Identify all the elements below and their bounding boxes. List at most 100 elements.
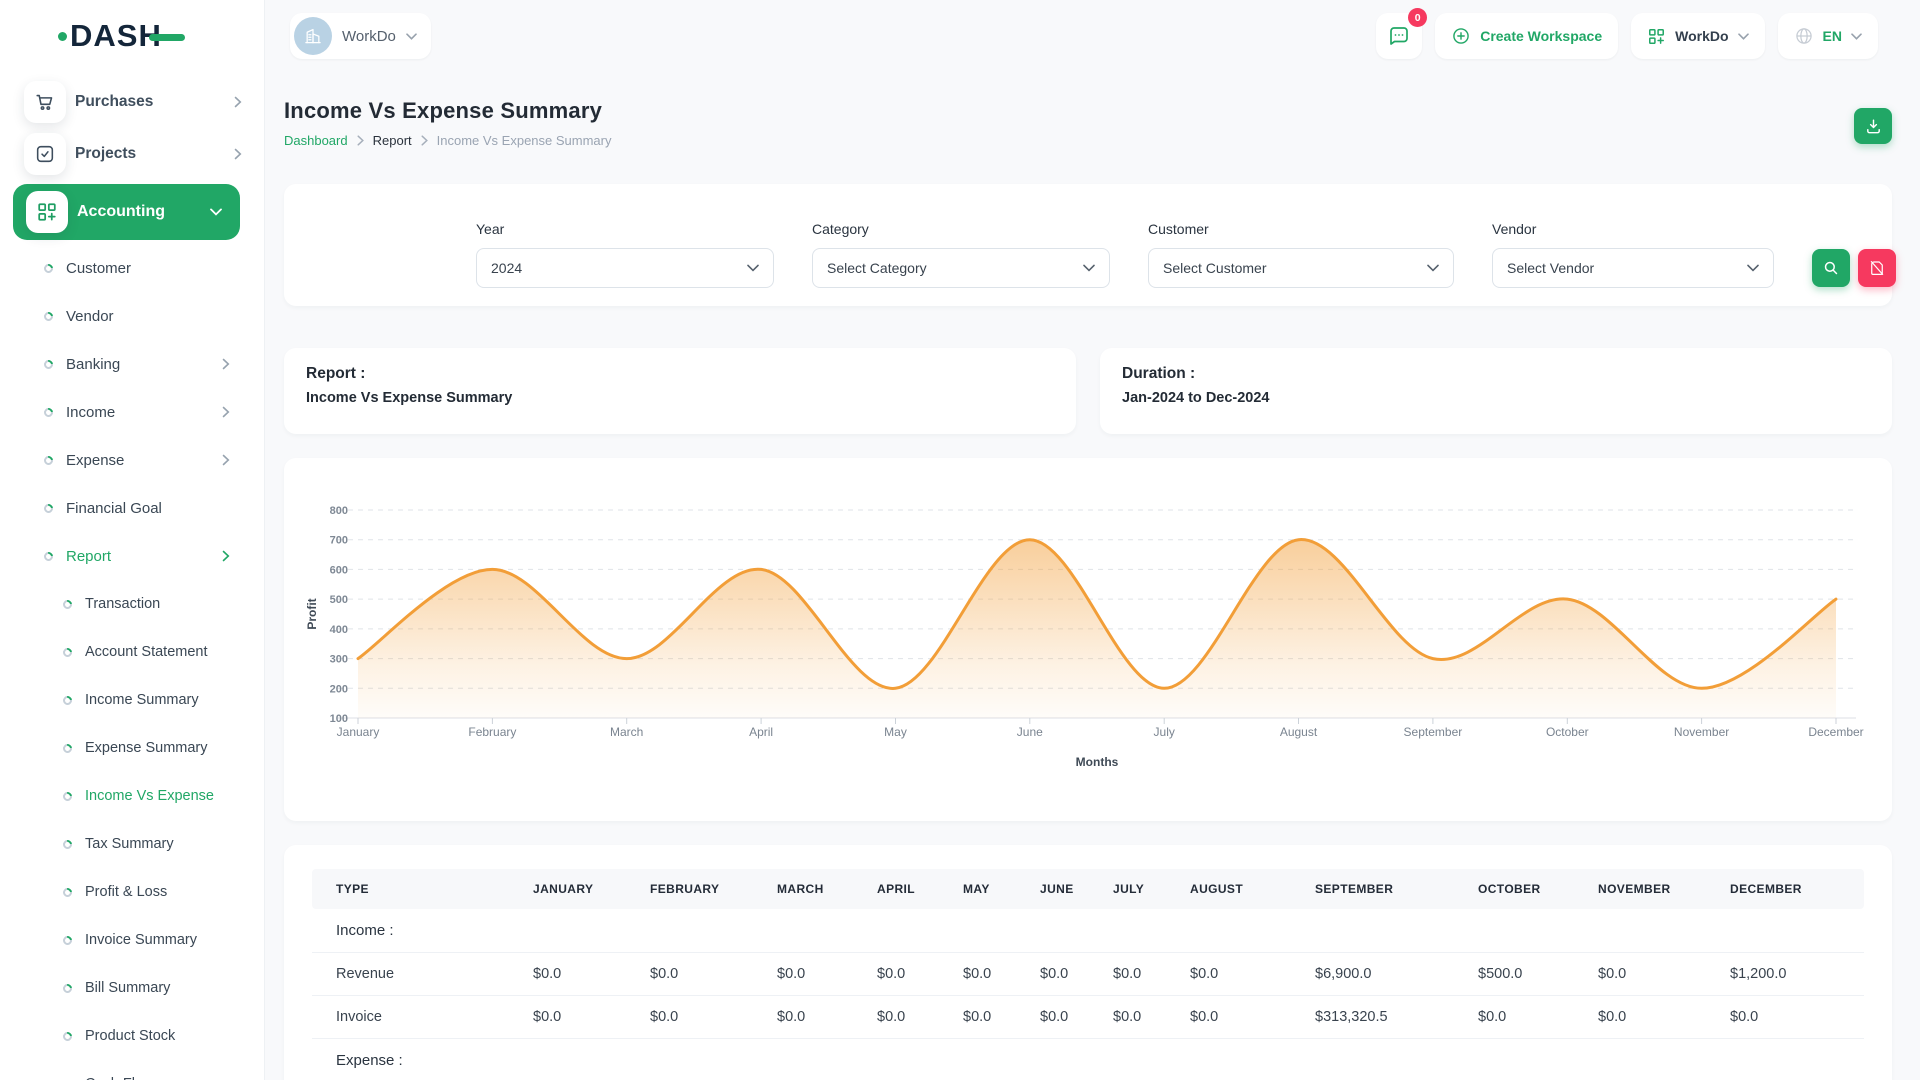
bullet-icon (61, 694, 74, 707)
sidebar-item-label: Financial Goal (66, 500, 162, 517)
sidebar-item-label: Expense Summary (85, 740, 208, 756)
bullet-icon (61, 934, 74, 947)
bullet-icon (42, 502, 55, 515)
vendor-value: Select Vendor (1507, 260, 1594, 276)
apply-filter-button[interactable] (1812, 249, 1850, 287)
row-value-cell: $0.0 (1030, 953, 1103, 996)
table-header-cell: JANUARY (523, 869, 640, 909)
breadcrumb-report[interactable]: Report (373, 133, 412, 148)
sidebar-item-bill-summary[interactable]: Bill Summary (0, 964, 264, 1012)
sidebar-item-label: Tax Summary (85, 836, 174, 852)
customer-select[interactable]: Select Customer (1148, 248, 1454, 288)
sidebar-nav: Purchases Projects Accounting Customer V… (0, 72, 264, 1080)
category-field: Category Select Category (812, 221, 1110, 288)
chevron-down-icon (1083, 264, 1095, 272)
report-card: Report : Income Vs Expense Summary (284, 348, 1076, 434)
table-header-cell: FEBRUARY (640, 869, 767, 909)
sidebar-item-label: Income Vs Expense (85, 788, 214, 804)
svg-text:November: November (1674, 725, 1729, 739)
chevron-right-icon (222, 454, 230, 466)
bullet-icon (61, 1030, 74, 1043)
row-value-cell: $0.0 (523, 996, 640, 1039)
reset-filter-button[interactable] (1858, 249, 1896, 287)
sidebar-item-accounting[interactable]: Accounting (13, 184, 240, 240)
sidebar-item-customer[interactable]: Customer (0, 244, 264, 292)
duration-card-value: Jan-2024 to Dec-2024 (1122, 390, 1870, 406)
sidebar-item-banking[interactable]: Banking (0, 340, 264, 388)
chevron-down-icon (1427, 264, 1439, 272)
sidebar-item-purchases[interactable]: Purchases (0, 76, 264, 128)
row-value-cell: $0.0 (1103, 953, 1180, 996)
svg-text:Profit: Profit (305, 598, 319, 629)
sidebar-item-financial-goal[interactable]: Financial Goal (0, 484, 264, 532)
sidebar-item-label: Expense (66, 452, 124, 469)
create-workspace-button[interactable]: Create Workspace (1435, 13, 1618, 59)
row-value-cell: $0.0 (1030, 996, 1103, 1039)
row-type-cell: Revenue (312, 953, 523, 996)
sidebar-item-label: Bill Summary (85, 980, 170, 996)
breadcrumb-dashboard[interactable]: Dashboard (284, 133, 348, 148)
sidebar-item-income-vs-expense[interactable]: Income Vs Expense (0, 772, 264, 820)
sidebar-item-expense[interactable]: Expense (0, 436, 264, 484)
workspace-selector[interactable]: WorkDo (290, 13, 431, 59)
sidebar-item-vendor[interactable]: Vendor (0, 292, 264, 340)
bullet-icon (61, 646, 74, 659)
sidebar-item-expense-summary[interactable]: Expense Summary (0, 724, 264, 772)
table-header-cell: SEPTEMBER (1305, 869, 1468, 909)
sidebar-item-cash-flow[interactable]: Cash Flow (0, 1060, 264, 1080)
bullet-icon (61, 742, 74, 755)
vendor-select[interactable]: Select Vendor (1492, 248, 1774, 288)
download-icon (1864, 117, 1883, 136)
svg-text:300: 300 (330, 654, 348, 666)
grid-plus-icon (26, 191, 68, 233)
app-root: DASH Purchases Projects Accounting Custo… (0, 0, 1920, 1080)
chevron-right-icon (222, 358, 230, 370)
sidebar-item-profit-loss[interactable]: Profit & Loss (0, 868, 264, 916)
plus-circle-icon (1451, 26, 1471, 46)
table-header-cell: TYPE (312, 869, 523, 909)
sidebar-item-tax-summary[interactable]: Tax Summary (0, 820, 264, 868)
chevron-right-icon (222, 550, 230, 562)
bullet-icon (61, 598, 74, 611)
row-type-cell: Invoice (312, 996, 523, 1039)
chevron-down-icon (1747, 264, 1759, 272)
row-value-cell: $0.0 (640, 953, 767, 996)
sidebar-item-invoice-summary[interactable]: Invoice Summary (0, 916, 264, 964)
svg-text:700: 700 (330, 535, 348, 547)
sidebar-item-income[interactable]: Income (0, 388, 264, 436)
sidebar-item-transaction[interactable]: Transaction (0, 580, 264, 628)
category-select[interactable]: Select Category (812, 248, 1110, 288)
table-header-cell: AUGUST (1180, 869, 1305, 909)
chat-icon (1387, 24, 1411, 48)
create-workspace-label: Create Workspace (1480, 28, 1602, 44)
duration-card: Duration : Jan-2024 to Dec-2024 (1100, 348, 1892, 434)
bullet-icon (61, 982, 74, 995)
row-value-cell: $0.0 (767, 953, 867, 996)
main-content: Income Vs Expense Summary Dashboard Repo… (264, 72, 1920, 1080)
sidebar-item-label: Vendor (66, 308, 114, 325)
sidebar-item-projects[interactable]: Projects (0, 128, 264, 180)
sidebar-item-account-statement[interactable]: Account Statement (0, 628, 264, 676)
messages-button[interactable]: 0 (1376, 13, 1422, 59)
svg-text:July: July (1154, 725, 1175, 739)
grid-plus-icon (36, 201, 58, 223)
table-header-cell: JUNE (1030, 869, 1103, 909)
download-button[interactable] (1854, 108, 1892, 144)
workdo-menu-button[interactable]: WorkDo (1631, 13, 1764, 59)
sidebar-item-label: Account Statement (85, 644, 208, 660)
vendor-label: Vendor (1492, 221, 1774, 237)
brand-logo[interactable]: DASH (0, 0, 264, 72)
sidebar-item-income-summary[interactable]: Income Summary (0, 676, 264, 724)
chevron-right-icon (357, 135, 364, 146)
profit-area-chart[interactable]: 100200300400500600700800JanuaryFebruaryM… (300, 474, 1876, 804)
svg-text:April: April (749, 725, 773, 739)
row-value-cell: $1,200.0 (1720, 953, 1864, 996)
sidebar-item-product-stock[interactable]: Product Stock (0, 1012, 264, 1060)
sidebar-item-report[interactable]: Report (0, 532, 264, 580)
year-select[interactable]: 2024 (476, 248, 774, 288)
svg-text:500: 500 (330, 594, 348, 606)
breadcrumb: Dashboard Report Income Vs Expense Summa… (284, 133, 612, 148)
cart-icon (34, 91, 56, 113)
svg-text:May: May (884, 725, 907, 739)
language-selector[interactable]: EN (1778, 13, 1878, 59)
